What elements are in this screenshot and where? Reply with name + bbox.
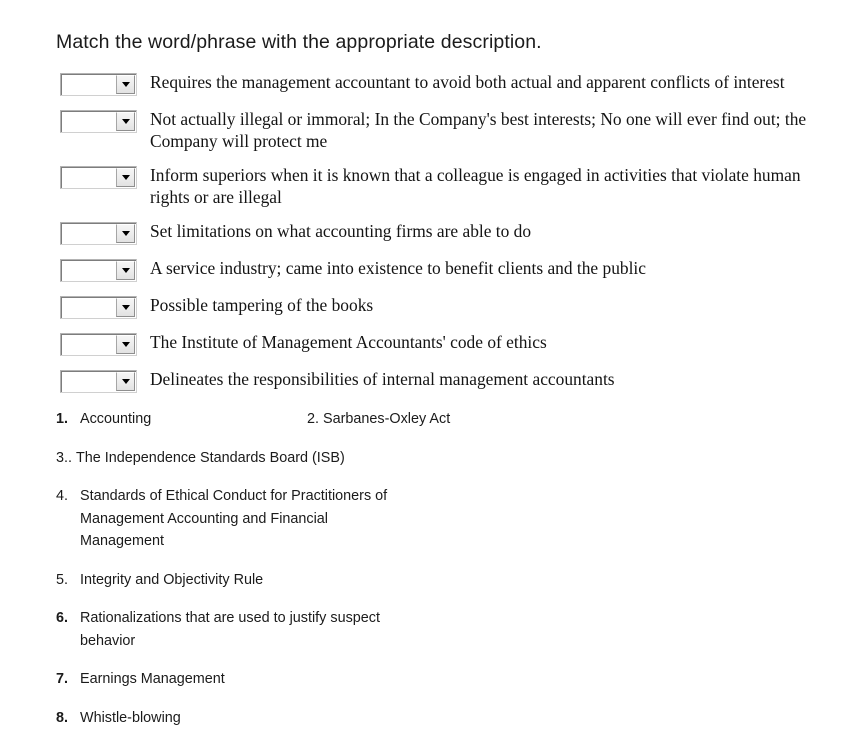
list-item: 4. Standards of Ethical Conduct for Prac… bbox=[0, 485, 848, 553]
description-text: Requires the management accountant to av… bbox=[150, 72, 785, 92]
option-2-inline: 2. Sarbanes-Oxley Act bbox=[307, 408, 450, 431]
answer-select-6[interactable] bbox=[60, 296, 137, 319]
chevron-down-icon[interactable] bbox=[116, 372, 135, 391]
chevron-down-icon[interactable] bbox=[116, 261, 135, 280]
option-label: Sarbanes-Oxley Act bbox=[323, 411, 451, 427]
answer-select-8[interactable] bbox=[60, 370, 137, 393]
option-number: 1. bbox=[56, 411, 69, 427]
chevron-down-icon[interactable] bbox=[116, 112, 135, 131]
answer-select-1[interactable] bbox=[60, 73, 137, 96]
match-row: Set limitations on what accounting firms… bbox=[0, 219, 848, 245]
list-item: 7. Earnings Management bbox=[0, 668, 848, 691]
match-row: Possible tampering of the books bbox=[0, 293, 848, 319]
option-number: 2. bbox=[307, 411, 320, 427]
list-item: 1. Accounting 2. Sarbanes-Oxley Act bbox=[0, 408, 848, 431]
answer-options-list: 1. Accounting 2. Sarbanes-Oxley Act 3.. … bbox=[0, 408, 848, 745]
list-item: 8. Whistle-blowing bbox=[0, 707, 848, 730]
option-label: Whistle-blowing bbox=[80, 709, 181, 726]
option-number: 4. bbox=[56, 488, 69, 504]
answer-select-7[interactable] bbox=[60, 333, 137, 356]
option-number: 7. bbox=[56, 671, 69, 687]
answer-select-5[interactable] bbox=[60, 259, 137, 282]
list-item: 5. Integrity and Objectivity Rule bbox=[0, 569, 848, 592]
page-title: Match the word/phrase with the appropria… bbox=[56, 31, 542, 53]
list-item: 3.. The Independence Standards Board (IS… bbox=[0, 447, 848, 470]
match-row: A service industry; came into existence … bbox=[0, 256, 848, 282]
chevron-down-icon[interactable] bbox=[116, 224, 135, 243]
match-row: Requires the management accountant to av… bbox=[0, 70, 848, 96]
match-row: Delineates the responsibilities of inter… bbox=[0, 367, 848, 393]
list-item: 6. Rationalizations that are used to jus… bbox=[0, 607, 848, 652]
option-label: Integrity and Objectivity Rule bbox=[80, 571, 264, 588]
option-number: 3.. bbox=[56, 449, 72, 466]
description-text: Not actually illegal or immoral; In the … bbox=[150, 109, 807, 151]
description-text: A service industry; came into existence … bbox=[150, 258, 646, 278]
answer-select-3[interactable] bbox=[60, 166, 137, 189]
description-text: Possible tampering of the books bbox=[150, 295, 374, 315]
worksheet-page: { "page": { "title": "Match the word/phr… bbox=[0, 0, 848, 751]
match-row: Inform superiors when it is known that a… bbox=[0, 163, 848, 208]
option-number: 5. bbox=[56, 571, 69, 588]
matching-rows: Requires the management accountant to av… bbox=[0, 70, 848, 404]
chevron-down-icon[interactable] bbox=[116, 168, 135, 187]
option-label: Standards of Ethical Conduct for Practit… bbox=[80, 488, 388, 549]
description-text: Delineates the responsibilities of inter… bbox=[150, 369, 615, 389]
option-label: The Independence Standards Board (ISB) bbox=[76, 449, 345, 466]
description-text: The Institute of Management Accountants'… bbox=[150, 332, 547, 352]
match-row: The Institute of Management Accountants'… bbox=[0, 330, 848, 356]
option-label: Earnings Management bbox=[80, 671, 225, 687]
answer-select-2[interactable] bbox=[60, 110, 137, 133]
chevron-down-icon[interactable] bbox=[116, 298, 135, 317]
chevron-down-icon[interactable] bbox=[116, 75, 135, 94]
answer-select-4[interactable] bbox=[60, 222, 137, 245]
match-row: Not actually illegal or immoral; In the … bbox=[0, 107, 848, 152]
description-text: Inform superiors when it is known that a… bbox=[150, 165, 801, 207]
option-number: 8. bbox=[56, 709, 69, 726]
description-text: Set limitations on what accounting firms… bbox=[150, 221, 532, 241]
option-number: 6. bbox=[56, 610, 69, 626]
chevron-down-icon[interactable] bbox=[116, 335, 135, 354]
option-label: Rationalizations that are used to justif… bbox=[80, 610, 380, 649]
